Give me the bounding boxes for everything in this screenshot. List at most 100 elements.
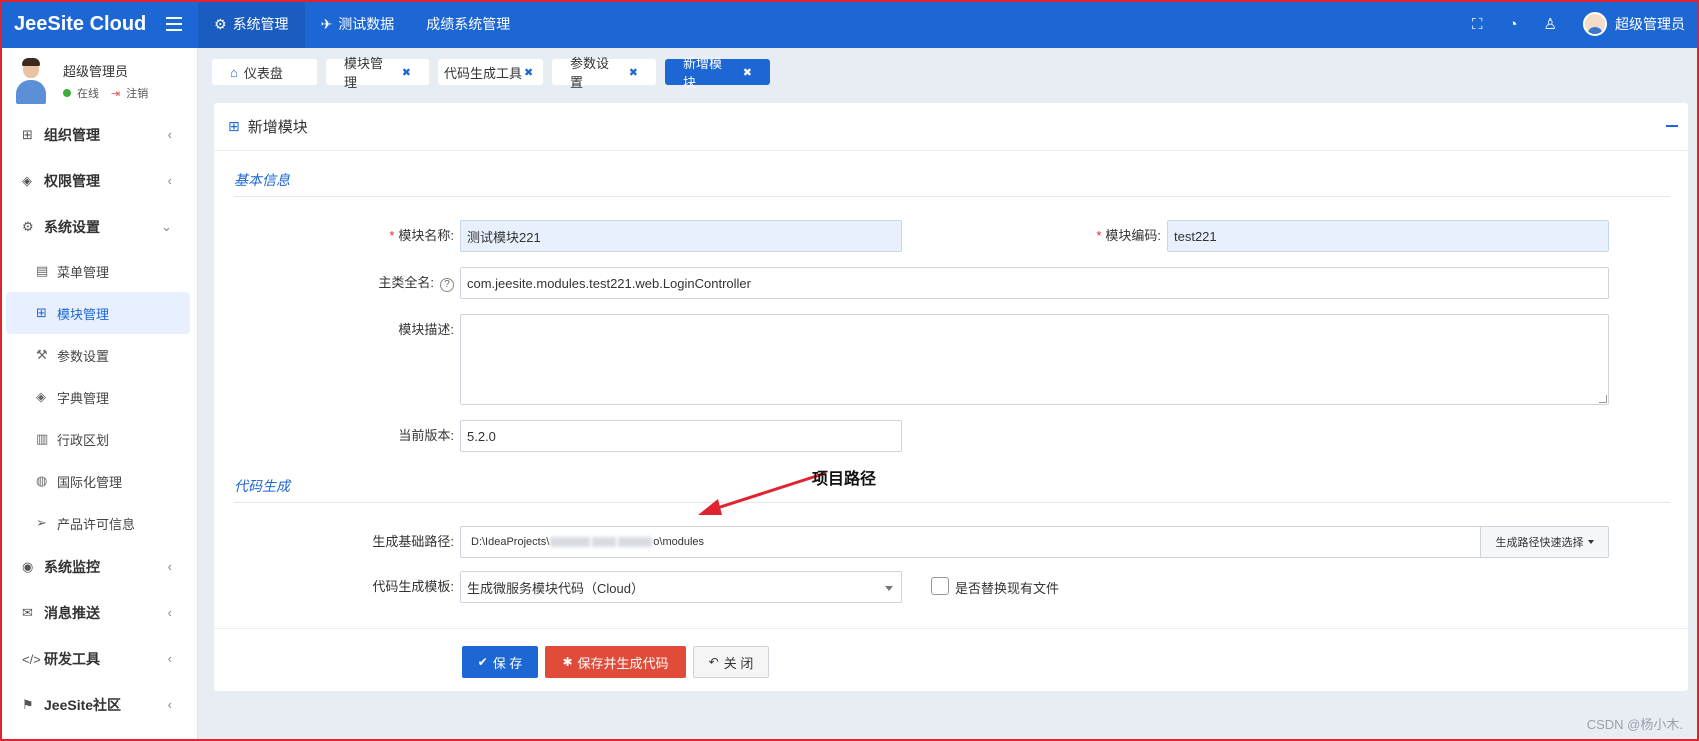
sidebar-item-label: 系统设置 xyxy=(44,219,100,235)
field-label: 模块编码: xyxy=(1105,228,1161,243)
close-icon[interactable]: ✖ xyxy=(629,66,638,79)
template-select[interactable]: 生成微服务模块代码（Cloud） xyxy=(460,571,902,603)
path-prefix: D:\IdeaProjects\ xyxy=(471,536,550,548)
panel-header: ⊞ 新增模块 xyxy=(214,103,1688,151)
top-nav: ⚙ 系统管理 ✈ 测试数据 成绩系统管理 xyxy=(198,0,526,48)
module-name-label: * 模块名称: xyxy=(294,225,454,244)
page-tabs: ⌂ 仪表盘 模块管理 ✖ 代码生成工具 ✖ 参数设置 ✖ 新增模块 ✖ xyxy=(212,56,779,90)
topnav-label: 测试数据 xyxy=(338,16,395,32)
topnav-grade-system[interactable]: 成绩系统管理 xyxy=(410,0,526,48)
sidebar-item-monitor[interactable]: ◉ 系统监控 ‹ xyxy=(0,544,198,590)
button-label: 保 存 xyxy=(492,655,523,671)
module-desc-textarea[interactable] xyxy=(460,314,1609,405)
sidebar-item-system-settings[interactable]: ⚙ 系统设置 ⌄ xyxy=(0,204,198,250)
save-and-generate-button[interactable]: ✱ 保存并生成代码 xyxy=(545,646,686,678)
signpost-icon: ⚑ xyxy=(22,697,34,712)
sidebar-item-label: 消息推送 xyxy=(44,605,100,621)
sidebar-item-label: 字典管理 xyxy=(57,390,110,406)
sidebar-item-i18n[interactable]: ◍ 国际化管理 xyxy=(0,460,198,502)
sidebar-item-messages[interactable]: ✉ 消息推送 ‹ xyxy=(0,590,198,636)
help-icon[interactable]: ? xyxy=(440,278,454,292)
required-mark: * xyxy=(1096,228,1102,243)
sidebar-item-label: 产品许可信息 xyxy=(57,516,136,532)
tab-label: 参数设置 xyxy=(570,56,610,90)
menu-toggle-icon[interactable] xyxy=(166,17,182,31)
csdn-watermark: CSDN @杨小木. xyxy=(1586,717,1683,732)
annotation-label: 项目路径 xyxy=(812,471,877,488)
sidebar-item-params[interactable]: ⚒ 参数设置 xyxy=(0,334,198,376)
button-label: 关 闭 xyxy=(723,655,754,671)
sidebar-item-permissions[interactable]: ◈ 权限管理 ‹ xyxy=(0,158,198,204)
replace-files-checkbox[interactable] xyxy=(931,577,949,595)
chevron-left-icon: ‹ xyxy=(167,697,172,712)
resize-grip-icon[interactable] xyxy=(1599,395,1607,403)
chevron-down-icon: ⌄ xyxy=(161,219,172,234)
save-button[interactable]: ✔ 保 存 xyxy=(462,646,538,678)
caret-down-icon xyxy=(885,586,893,591)
sidebar-menu: ⊞ 组织管理 ‹ ◈ 权限管理 ‹ ⚙ 系统设置 ⌄ ▤ 菜单管理 ⊞ 模块管理… xyxy=(0,112,198,728)
tab-label: 仪表盘 xyxy=(243,65,283,81)
tab-module-management[interactable]: 模块管理 ✖ xyxy=(326,56,429,90)
sidebar-item-dev-tools[interactable]: </> 研发工具 ‹ xyxy=(0,636,198,682)
wrench-icon: ⚒ xyxy=(36,347,48,362)
version-input[interactable]: 5.2.0 xyxy=(460,420,902,452)
top-navbar: JeeSite Cloud ⚙ 系统管理 ✈ 测试数据 成绩系统管理 ⛶ ◔ ♙… xyxy=(0,0,1699,48)
module-desc-label: 模块描述: xyxy=(398,322,454,337)
camera-icon: ◉ xyxy=(22,559,34,574)
user-switch-icon[interactable]: ♙ xyxy=(1544,15,1557,33)
redacted-blur xyxy=(618,537,653,547)
chevron-left-icon: ‹ xyxy=(167,559,172,574)
form-footer: ✔ 保 存 ✱ 保存并生成代码 ↶ 关 闭 xyxy=(214,628,1688,691)
topnav-test-data[interactable]: ✈ 测试数据 xyxy=(305,0,411,48)
topnav-label: 系统管理 xyxy=(232,16,289,32)
tab-new-module[interactable]: 新增模块 ✖ xyxy=(665,56,770,90)
main-class-input[interactable]: com.jeesite.modules.test221.web.LoginCon… xyxy=(460,267,1609,299)
button-label: 保存并生成代码 xyxy=(577,655,669,671)
close-button[interactable]: ↶ 关 闭 xyxy=(693,646,769,678)
module-code-input[interactable]: test221 xyxy=(1167,220,1609,252)
tab-dashboard[interactable]: ⌂ 仪表盘 xyxy=(212,59,317,85)
profile-status: 在线 ⇥ 注销 xyxy=(63,85,148,101)
user-menu[interactable]: 超级管理员 xyxy=(1583,12,1685,36)
sidebar-item-label: 研发工具 xyxy=(44,651,100,667)
sidebar-item-module-management[interactable]: ⊞ 模块管理 xyxy=(6,292,190,334)
close-icon[interactable]: ✖ xyxy=(524,66,533,79)
sidebar-item-label: 行政区划 xyxy=(57,432,110,448)
redacted-blur xyxy=(592,537,617,547)
tab-label: 模块管理 xyxy=(344,56,384,90)
path-quick-select-button[interactable]: 生成路径快速选择 xyxy=(1480,527,1608,557)
code-icon: </> xyxy=(22,651,41,667)
close-icon[interactable]: ✖ xyxy=(743,66,752,79)
sidebar-item-community[interactable]: ⚑ JeeSite社区 ‹ xyxy=(0,682,198,728)
tab-label: 新增模块 xyxy=(683,56,723,90)
reply-icon: ↶ xyxy=(708,655,719,669)
tab-params[interactable]: 参数设置 ✖ xyxy=(552,56,656,90)
online-dot-icon xyxy=(63,89,71,97)
template-value: 生成微服务模块代码（Cloud） xyxy=(467,580,644,596)
dashboard-icon[interactable]: ◔ xyxy=(1508,16,1517,33)
sidebar-item-dictionary[interactable]: ◈ 字典管理 xyxy=(0,376,198,418)
replace-files-label[interactable]: 是否替换现有文件 xyxy=(955,578,1059,597)
sidebar-item-menu-management[interactable]: ▤ 菜单管理 xyxy=(0,250,198,292)
collapse-icon[interactable] xyxy=(1666,125,1678,127)
close-icon[interactable]: ✖ xyxy=(402,66,411,79)
tab-label: 代码生成工具 xyxy=(444,65,523,81)
grid-icon: ⊞ xyxy=(36,305,47,320)
gen-path-input[interactable]: D:\IdeaProjects\ o\modules 生成路径快速选择 xyxy=(460,526,1609,558)
sidebar-item-label: 模块管理 xyxy=(57,306,110,322)
module-name-input[interactable]: 测试模块221 xyxy=(460,220,902,252)
section-codegen: 代码生成 xyxy=(234,476,1670,503)
logout-icon: ⇥ xyxy=(111,87,121,100)
topnav-system-management[interactable]: ⚙ 系统管理 xyxy=(198,0,305,48)
fullscreen-icon[interactable]: ⛶ xyxy=(1472,16,1483,33)
tab-codegen-tool[interactable]: 代码生成工具 ✖ xyxy=(438,59,543,85)
sidebar-item-label: JeeSite社区 xyxy=(44,697,122,713)
sidebar-item-license[interactable]: ➢ 产品许可信息 xyxy=(0,502,198,544)
globe-icon: ◍ xyxy=(36,473,48,488)
sidebar-item-regions[interactable]: ▥ 行政区划 xyxy=(0,418,198,460)
user-name: 超级管理员 xyxy=(1615,16,1685,32)
sidebar-item-org[interactable]: ⊞ 组织管理 ‹ xyxy=(0,112,198,158)
logout-link[interactable]: 注销 xyxy=(126,85,148,101)
bug-icon: ✱ xyxy=(562,655,573,669)
caret-down-icon xyxy=(1587,540,1594,544)
